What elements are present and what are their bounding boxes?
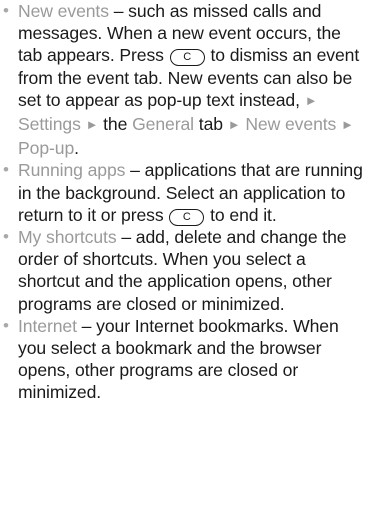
feature-list: • New events – such as missed calls and … bbox=[0, 0, 370, 404]
menu-path-general: General bbox=[132, 114, 194, 135]
item-term: Running apps bbox=[18, 160, 126, 181]
c-key-icon: C bbox=[169, 49, 205, 67]
bullet-icon: • bbox=[3, 1, 9, 20]
item-term: New events bbox=[18, 1, 109, 21]
manual-page: • New events – such as missed calls and … bbox=[0, 0, 370, 505]
arrow-icon: ► bbox=[85, 117, 99, 133]
menu-path-popup: Pop-up bbox=[18, 138, 75, 159]
menu-path-new-events: New events bbox=[245, 114, 337, 135]
bullet-icon: • bbox=[3, 315, 9, 335]
item-text: tab bbox=[194, 114, 228, 135]
arrow-icon: ► bbox=[341, 117, 354, 133]
list-item-new-events: • New events – such as missed calls and … bbox=[0, 0, 364, 159]
item-term: Internet bbox=[18, 315, 77, 336]
item-term: My shortcuts bbox=[18, 227, 117, 248]
bullet-icon: • bbox=[3, 160, 9, 180]
list-item-running-apps: • Running apps – applications that are r… bbox=[0, 159, 364, 226]
bullet-icon: • bbox=[3, 227, 9, 247]
menu-path-settings: Settings bbox=[18, 114, 81, 135]
arrow-icon: ► bbox=[227, 117, 241, 133]
item-text: . bbox=[74, 138, 79, 159]
item-text: to end it. bbox=[205, 204, 277, 225]
list-item-my-shortcuts: • My shortcuts – add, delete and change … bbox=[0, 226, 364, 315]
item-text: the bbox=[98, 114, 133, 135]
c-key-icon: C bbox=[169, 208, 205, 226]
list-item-internet: • Internet – your Internet bookmarks. Wh… bbox=[0, 315, 364, 404]
arrow-icon: ► bbox=[304, 92, 318, 108]
